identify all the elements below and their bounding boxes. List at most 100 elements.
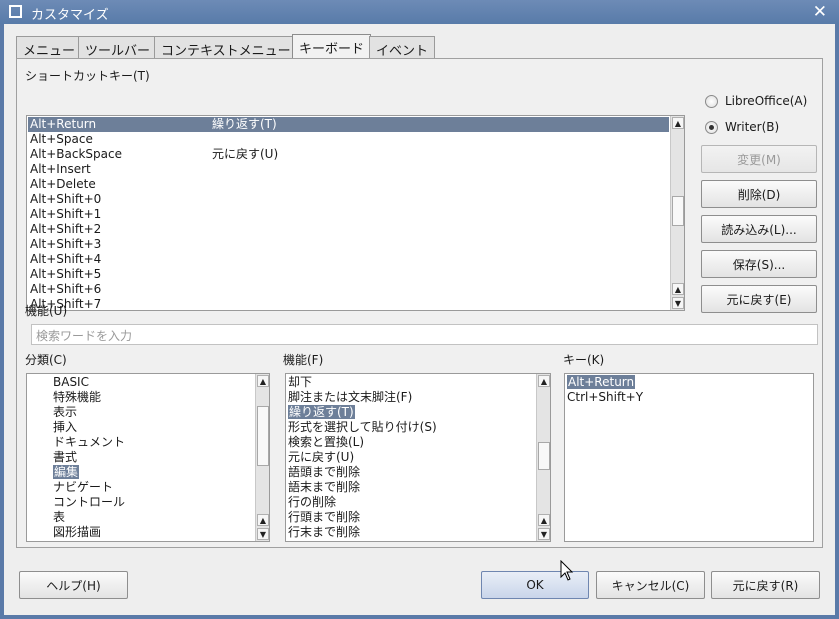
function-item-label: 行の削除 (288, 495, 337, 509)
category-item[interactable]: コントロール (53, 495, 254, 510)
reset-shortcuts-button[interactable]: 元に戻す(E) (701, 285, 817, 313)
function-label: 機能(F) (283, 353, 324, 367)
save-button[interactable]: 保存(S)... (701, 250, 817, 278)
tab-toolbars[interactable]: ツールバー (78, 36, 158, 59)
function-item[interactable]: 却下 (288, 375, 535, 390)
category-item[interactable]: 挿入 (53, 420, 254, 435)
shortcut-row[interactable]: Alt+Space (28, 132, 669, 147)
scroll-up-icon[interactable]: ▲ (672, 117, 684, 129)
key-item[interactable]: Ctrl+Shift+Y (567, 390, 811, 405)
scroll-up-icon[interactable]: ▲ (257, 375, 269, 387)
function-item[interactable]: 行の削除 (288, 495, 535, 510)
shortcut-command: 繰り返す(T) (212, 117, 277, 131)
help-button[interactable]: ヘルプ(H) (19, 571, 128, 599)
function-search-input[interactable]: 検索ワードを入力 (31, 324, 818, 345)
writer-radio[interactable] (705, 121, 718, 134)
scroll-down-icon[interactable]: ▼ (257, 528, 269, 540)
writer-radio-label[interactable]: Writer(B) (725, 120, 779, 134)
shortcut-row[interactable]: Alt+Shift+3 (28, 237, 669, 252)
shortcut-row[interactable]: Alt+Return 繰り返す(T) (28, 117, 669, 132)
function-item[interactable]: 形式を選択して貼り付け(S) (288, 420, 535, 435)
category-item[interactable]: 表示 (53, 405, 254, 420)
function-item[interactable]: 語末まで削除 (288, 480, 535, 495)
function-item-label: 語頭まで削除 (288, 465, 361, 479)
function-item[interactable]: 行頭まで削除 (288, 510, 535, 525)
shortcut-list[interactable]: Alt+Return 繰り返す(T) Alt+Space Alt+BackSpace 元… (26, 115, 685, 311)
mouse-pointer-icon (560, 560, 574, 581)
key-item[interactable]: Alt+Return (567, 375, 811, 390)
shortcut-row[interactable]: Alt+Shift+6 (28, 282, 669, 297)
function-item-label: 元に戻す(U) (288, 450, 355, 464)
shortcut-scrollbar[interactable]: ▲ ▲ ▼ (670, 116, 684, 310)
window-menu-icon[interactable] (9, 5, 22, 18)
scroll-thumb[interactable] (672, 196, 684, 226)
shortcut-row[interactable]: Alt+Shift+1 (28, 207, 669, 222)
tab-events[interactable]: イベント (369, 36, 436, 59)
category-item[interactable]: BASIC (53, 375, 254, 390)
category-item-label: 表示 (53, 405, 78, 419)
dialog-body: メニュー ツールバー コンテキストメニュー キーボード イベント ショートカット… (4, 24, 835, 615)
function-item[interactable]: 繰り返す(T) (288, 405, 535, 420)
category-item-label: 図形描画 (53, 525, 102, 539)
function-item[interactable]: 語頭まで削除 (288, 465, 535, 480)
shortcut-row[interactable]: Alt+Delete (28, 177, 669, 192)
keys-list[interactable]: Alt+Return Ctrl+Shift+Y (564, 373, 814, 542)
category-item-label: 編集 (53, 465, 80, 479)
tab-keyboard[interactable]: キーボード (292, 34, 372, 59)
cancel-button[interactable]: キャンセル(C) (596, 571, 705, 599)
function-item[interactable]: 脚注または文末脚注(F) (288, 390, 535, 405)
function-scrollbar[interactable]: ▲ ▲ ▼ (536, 374, 550, 541)
shortcut-row[interactable]: Alt+Shift+4 (28, 252, 669, 267)
function-item-label: 検索と置換(L) (288, 435, 365, 449)
category-item[interactable]: 特殊機能 (53, 390, 254, 405)
category-item[interactable]: ドキュメント (53, 435, 254, 450)
scroll-down-icon[interactable]: ▼ (538, 528, 550, 540)
shortcut-row[interactable]: Alt+Shift+0 (28, 192, 669, 207)
category-label: 分類(C) (25, 353, 67, 367)
shortcut-row[interactable]: Alt+BackSpace 元に戻す(U) (28, 147, 669, 162)
category-list[interactable]: BASIC 特殊機能 表示 挿入 ドキュメント 書式 編集 ナビゲート コントロール表図形描画 … (26, 373, 270, 542)
category-scrollbar[interactable]: ▲ ▲ ▼ (255, 374, 269, 541)
scroll-up-icon[interactable]: ▲ (257, 514, 269, 526)
category-item[interactable]: 編集 (53, 465, 254, 480)
scroll-thumb[interactable] (257, 406, 269, 466)
function-item-label: 行頭まで削除 (288, 510, 361, 524)
shortcut-command: 元に戻す(U) (212, 147, 279, 161)
shortcut-row[interactable]: Alt+Shift+2 (28, 222, 669, 237)
function-list[interactable]: 却下 脚注または文末脚注(F) 繰り返す(T) 形式を選択して貼り付け(S) 検索と置換… (285, 373, 551, 542)
category-item[interactable]: ナビゲート (53, 480, 254, 495)
shortcut-row[interactable]: Alt+Shift+5 (28, 267, 669, 282)
shortcut-key: Alt+Return (30, 117, 97, 131)
function-item-label: 語末まで削除 (288, 480, 361, 494)
keys-label: キー(K) (563, 353, 605, 367)
category-item[interactable]: 書式 (53, 450, 254, 465)
key-item-label: Alt+Return (567, 375, 636, 389)
shortcut-key: Alt+Shift+6 (30, 282, 102, 296)
tab-menu[interactable]: メニュー (16, 36, 83, 59)
scroll-up-icon[interactable]: ▲ (538, 375, 550, 387)
load-button[interactable]: 読み込み(L)... (701, 215, 817, 243)
category-item-label: ドキュメント (53, 435, 126, 449)
function-item[interactable]: 検索と置換(L) (288, 435, 535, 450)
reset-button[interactable]: 元に戻す(R) (711, 571, 820, 599)
shortcut-row[interactable]: Alt+Shift+7 (28, 297, 669, 310)
function-item[interactable]: 行末まで削除 (288, 525, 535, 540)
shortcut-key: Alt+Shift+3 (30, 237, 102, 251)
shortcut-key: Alt+BackSpace (30, 147, 123, 161)
category-item-label: 表 (53, 510, 66, 524)
category-item[interactable]: 図形描画 (53, 525, 254, 540)
scroll-down-icon[interactable]: ▼ (672, 297, 684, 309)
tab-context-menus[interactable]: コンテキストメニュー (154, 36, 298, 59)
libreoffice-radio[interactable] (705, 95, 718, 108)
scroll-up-icon[interactable]: ▲ (672, 283, 684, 295)
category-item[interactable]: 表 (53, 510, 254, 525)
scroll-up-icon[interactable]: ▲ (538, 514, 550, 526)
function-item[interactable]: 元に戻す(U) (288, 450, 535, 465)
delete-button[interactable]: 削除(D) (701, 180, 817, 208)
shortcut-row[interactable]: Alt+Insert (28, 162, 669, 177)
modify-button[interactable]: 変更(M) (701, 145, 817, 173)
function-item-label: 繰り返す(T) (288, 405, 355, 419)
close-icon[interactable]: ✕ (813, 2, 827, 22)
libreoffice-radio-label[interactable]: LibreOffice(A) (725, 94, 807, 108)
scroll-thumb[interactable] (538, 442, 550, 470)
